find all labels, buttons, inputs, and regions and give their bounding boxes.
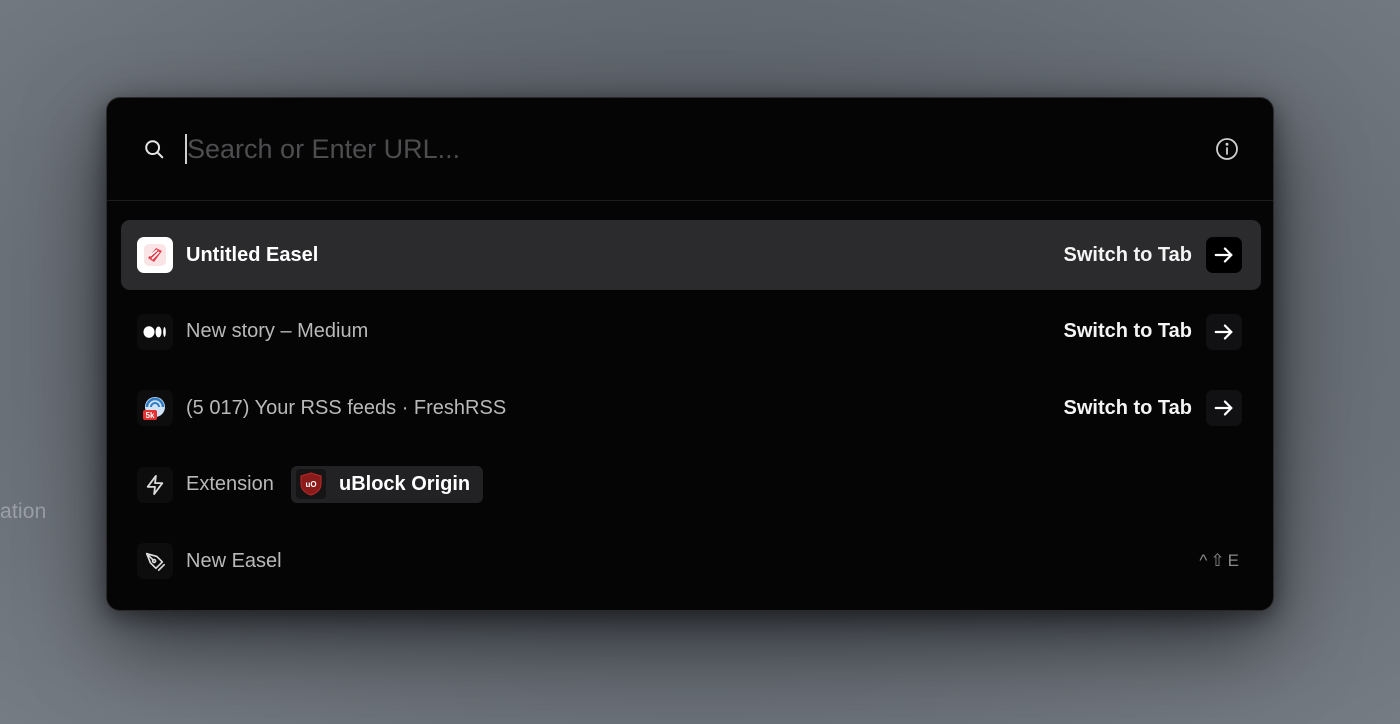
arrow-right-icon [1214, 323, 1233, 340]
switch-to-tab-label: Switch to Tab [1063, 320, 1192, 342]
switch-to-tab-label: Switch to Tab [1063, 396, 1192, 419]
easel-app-icon [137, 237, 173, 273]
arrow-right-icon [1214, 400, 1233, 416]
freshrss-badge-text: 5k [146, 411, 155, 420]
command-palette: Untitled Easel Switch to Tab New story –… [106, 97, 1274, 611]
medium-icon [137, 313, 173, 350]
result-row-freshrss[interactable]: 5k (5 017) Your RSS feeds · FreshRSS Swi… [121, 373, 1261, 443]
switch-to-tab-button[interactable] [1206, 313, 1242, 350]
switch-to-tab-button[interactable] [1206, 390, 1242, 426]
search-icon [145, 140, 164, 159]
search-bar [107, 98, 1273, 201]
ublock-logo-text: uO [305, 480, 316, 489]
result-row-extension[interactable]: Extension uO uBlock Origin [121, 450, 1261, 520]
result-title: Untitled Easel [186, 243, 319, 266]
extension-chip-label: uBlock Origin [339, 472, 471, 495]
result-row-medium[interactable]: New story – Medium Switch to Tab [121, 297, 1261, 367]
info-icon[interactable] [1215, 137, 1239, 161]
arrow-right-icon [1214, 247, 1233, 263]
results-list: Untitled Easel Switch to Tab New story –… [121, 220, 1261, 603]
freshrss-icon: 5k [137, 390, 173, 426]
result-row-new-easel[interactable]: New Easel ^ ⇧ E [121, 526, 1261, 596]
shift-key-icon: ⇧ [1210, 551, 1225, 570]
background-partial-text: ation [0, 500, 47, 523]
pen-tool-icon [137, 543, 173, 579]
result-title: New story – Medium [186, 320, 369, 342]
extension-label: Extension [186, 473, 274, 495]
switch-to-tab-label: Switch to Tab [1063, 243, 1192, 266]
extension-chip[interactable]: uO uBlock Origin [291, 465, 484, 503]
lightning-bolt-icon [137, 466, 173, 503]
result-row-untitled-easel[interactable]: Untitled Easel Switch to Tab [121, 220, 1261, 290]
search-input[interactable] [187, 128, 1167, 170]
switch-to-tab-button[interactable] [1206, 237, 1242, 273]
ublock-origin-icon: uO [296, 469, 326, 499]
result-title: (5 017) Your RSS feeds · FreshRSS [186, 396, 507, 419]
new-easel-label: New Easel [186, 549, 282, 572]
control-key-icon: ^ [1199, 551, 1208, 570]
keyboard-shortcut: ^ ⇧ E [1199, 526, 1239, 596]
e-key: E [1227, 551, 1239, 570]
